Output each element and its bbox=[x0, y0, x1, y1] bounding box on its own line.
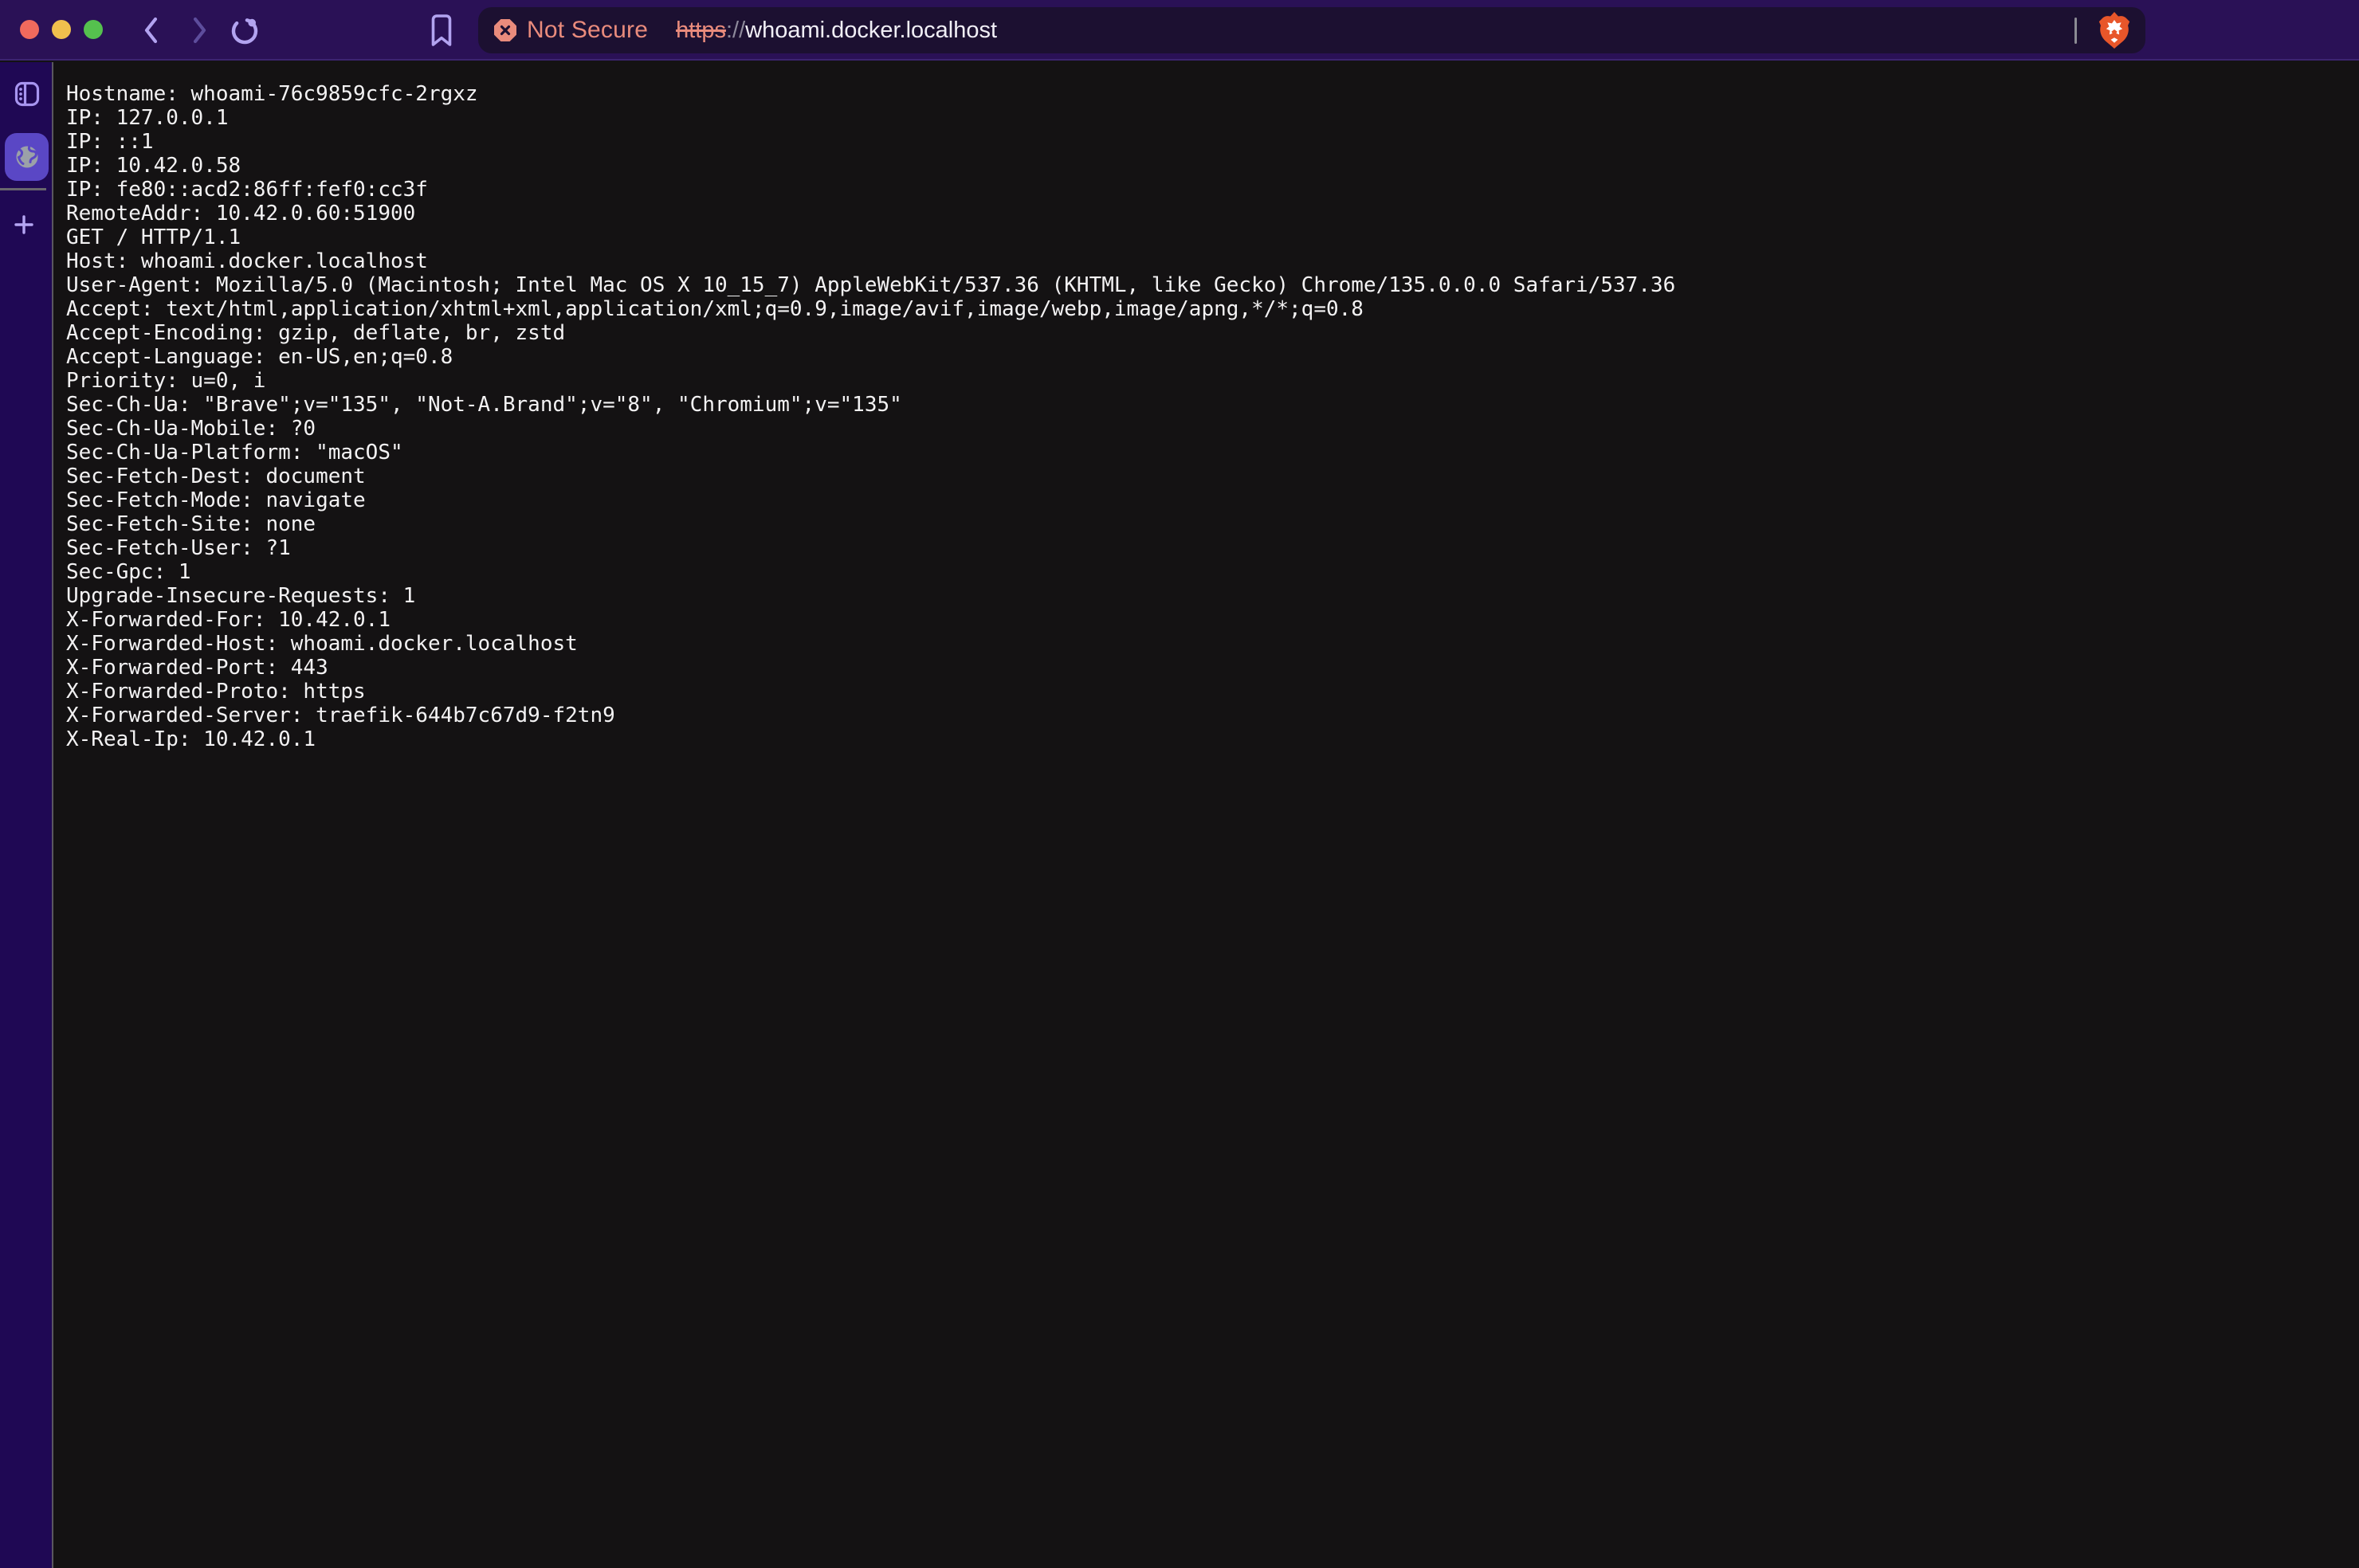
plus-icon bbox=[13, 214, 35, 236]
sidebar-divider bbox=[0, 188, 46, 190]
forward-button[interactable] bbox=[183, 0, 215, 61]
active-tab-whoami[interactable] bbox=[5, 133, 49, 181]
whoami-output: Hostname: whoami-76c9859cfc-2rgxz IP: 12… bbox=[55, 62, 2359, 751]
globe-favicon bbox=[12, 142, 42, 172]
minimize-window-button[interactable] bbox=[52, 20, 71, 39]
zoom-window-button[interactable] bbox=[84, 20, 103, 39]
address-bar-separator bbox=[2074, 18, 2077, 44]
brave-lion-icon bbox=[2096, 10, 2133, 50]
url-scheme: https bbox=[676, 18, 726, 44]
reload-icon bbox=[228, 14, 261, 47]
new-tab-button[interactable] bbox=[0, 207, 48, 242]
close-window-button[interactable] bbox=[20, 20, 39, 39]
reload-button[interactable] bbox=[225, 0, 265, 61]
address-bar[interactable]: Not Secure https :// whoami.docker.local… bbox=[478, 7, 2145, 53]
security-badge-label: Not Secure bbox=[527, 17, 648, 44]
back-chevron-icon bbox=[142, 16, 161, 45]
sidebar-toggle-button[interactable] bbox=[0, 79, 53, 109]
forward-chevron-icon bbox=[190, 16, 209, 45]
webpage-viewport: Hostname: whoami-76c9859cfc-2rgxz IP: 12… bbox=[55, 62, 2359, 1568]
url-text: https :// whoami.docker.localhost bbox=[676, 18, 997, 44]
brave-shields-button[interactable] bbox=[2096, 10, 2133, 50]
address-bar-right bbox=[2074, 10, 2133, 50]
bookmark-button[interactable] bbox=[422, 0, 461, 61]
back-button[interactable] bbox=[135, 0, 167, 61]
browser-toolbar: Not Secure https :// whoami.docker.local… bbox=[0, 0, 2359, 61]
vertical-tabs-sidebar bbox=[0, 62, 53, 1568]
security-badge[interactable]: Not Secure bbox=[494, 17, 648, 44]
not-secure-icon bbox=[494, 19, 516, 41]
sidebar-panel-icon bbox=[14, 80, 41, 108]
window-controls bbox=[20, 20, 103, 39]
bookmark-icon bbox=[427, 14, 456, 47]
url-host: whoami.docker.localhost bbox=[745, 18, 997, 44]
url-scheme-separator: :// bbox=[726, 18, 745, 44]
